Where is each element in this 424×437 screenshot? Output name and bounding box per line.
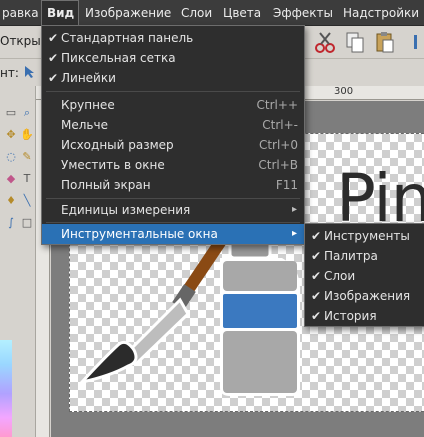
open-button-label[interactable]: Откры xyxy=(0,34,41,48)
check-icon: ✔ xyxy=(47,51,59,65)
menu-view[interactable]: Вид xyxy=(41,0,79,26)
menu-item-label: Изображения xyxy=(324,289,411,303)
tool-eraser-icon[interactable]: ◆ xyxy=(4,172,18,186)
menu-addins[interactable]: Надстройки xyxy=(338,0,424,26)
menu-image[interactable]: Изображение xyxy=(80,0,176,26)
menu-item-pixel-grid[interactable]: ✔ Пиксельная сетка xyxy=(42,48,304,68)
shortcut-label: Ctrl+0 xyxy=(258,138,298,152)
submenu-item-tools[interactable]: ✔ Инструменты xyxy=(305,226,424,246)
tool-select-icon[interactable]: ▭ xyxy=(4,106,18,120)
menu-item-tool-windows[interactable]: Инструментальные окна ▸ xyxy=(42,224,304,244)
tool-brush-icon[interactable]: ✎ xyxy=(20,150,34,164)
shortcut-label: F11 xyxy=(275,178,298,192)
check-icon: ✔ xyxy=(310,269,322,283)
menu-item-label: Стандартная панель xyxy=(61,31,194,45)
tool-label: нт: xyxy=(0,66,19,80)
menu-item-label: Полный экран xyxy=(61,178,151,192)
check-icon: ✔ xyxy=(310,229,322,243)
submenu-arrow-icon: ▸ xyxy=(291,204,297,215)
cut-icon[interactable] xyxy=(312,29,338,55)
submenu-item-images[interactable]: ✔ Изображения xyxy=(305,286,424,306)
tool-move-icon[interactable]: ✥ xyxy=(4,128,18,142)
tool-windows-submenu: ✔ Инструменты ✔ Палитра ✔ Слои ✔ Изображ… xyxy=(304,223,424,327)
tool-pan-icon[interactable]: ✋ xyxy=(20,128,34,142)
menu-item-label: Единицы измерения xyxy=(61,203,191,217)
menu-adjustments[interactable]: Цвета xyxy=(218,0,266,26)
menu-layers[interactable]: Слои xyxy=(176,0,217,26)
menu-separator xyxy=(46,198,300,199)
menu-item-rulers[interactable]: ✔ Линейки xyxy=(42,68,304,88)
menubar: равка Вид Изображение Слои Цвета Эффекты… xyxy=(0,0,424,26)
submenu-item-palette[interactable]: ✔ Палитра xyxy=(305,246,424,266)
check-icon: ✔ xyxy=(47,31,59,45)
shortcut-label: Ctrl+B xyxy=(258,158,298,172)
tool-text-icon[interactable]: T xyxy=(20,172,34,186)
menu-edit[interactable]: равка xyxy=(0,0,44,26)
menu-item-label: Крупнее xyxy=(61,98,115,112)
view-menu: ✔ Стандартная панель ✔ Пиксельная сетка … xyxy=(41,25,305,245)
submenu-item-layers[interactable]: ✔ Слои xyxy=(305,266,424,286)
tool-zoom-icon[interactable]: ⌕ xyxy=(20,106,34,120)
menu-item-label: Линейки xyxy=(61,71,116,85)
copy-icon[interactable] xyxy=(342,29,368,55)
menu-item-label: Инструменты xyxy=(324,229,410,243)
undo-icon[interactable] xyxy=(412,29,424,55)
submenu-item-history[interactable]: ✔ История xyxy=(305,306,424,326)
tool-lasso-icon[interactable]: ◌ xyxy=(4,150,18,164)
menu-item-label: Мельче xyxy=(61,118,108,132)
tool-bucket-icon[interactable]: ♦ xyxy=(4,194,18,208)
color-palette[interactable] xyxy=(0,340,12,437)
ruler-mark: 300 xyxy=(334,86,354,97)
menu-item-label: История xyxy=(324,309,377,323)
menu-item-label: Палитра xyxy=(324,249,378,263)
menu-item-fullscreen[interactable]: Полный экран F11 xyxy=(42,175,304,195)
tool-shape-icon[interactable]: □ xyxy=(20,216,34,230)
submenu-arrow-icon: ▸ xyxy=(291,228,297,239)
check-icon: ✔ xyxy=(310,289,322,303)
paste-icon[interactable] xyxy=(372,29,398,55)
menu-item-label: Уместить в окне xyxy=(61,158,165,172)
shortcut-label: Ctrl++ xyxy=(256,98,298,112)
tool-line-icon[interactable]: ╲ xyxy=(20,194,34,208)
menu-item-actual-size[interactable]: Исходный размер Ctrl+0 xyxy=(42,135,304,155)
menu-item-label: Инструментальные окна xyxy=(61,227,218,241)
menu-item-zoom-out[interactable]: Мельче Ctrl+- xyxy=(42,115,304,135)
pinta-logo-artwork xyxy=(77,230,300,396)
menu-item-best-fit[interactable]: Уместить в окне Ctrl+B xyxy=(42,155,304,175)
menu-separator xyxy=(46,222,300,223)
menu-item-label: Слои xyxy=(324,269,356,283)
menu-separator xyxy=(46,91,300,92)
menu-item-label: Пиксельная сетка xyxy=(61,51,176,65)
check-icon: ✔ xyxy=(310,249,322,263)
pointer-icon[interactable] xyxy=(23,65,37,79)
menu-item-units[interactable]: Единицы измерения ▸ xyxy=(42,200,304,220)
menu-effects[interactable]: Эффекты xyxy=(268,0,338,26)
menu-item-label: Исходный размер xyxy=(61,138,174,152)
menu-item-standard-toolbar[interactable]: ✔ Стандартная панель xyxy=(42,28,304,48)
check-icon: ✔ xyxy=(47,71,59,85)
menu-item-zoom-in[interactable]: Крупнее Ctrl++ xyxy=(42,95,304,115)
shortcut-label: Ctrl+- xyxy=(262,118,298,132)
tool-wand-icon[interactable]: ∫ xyxy=(4,216,18,230)
check-icon: ✔ xyxy=(310,309,322,323)
